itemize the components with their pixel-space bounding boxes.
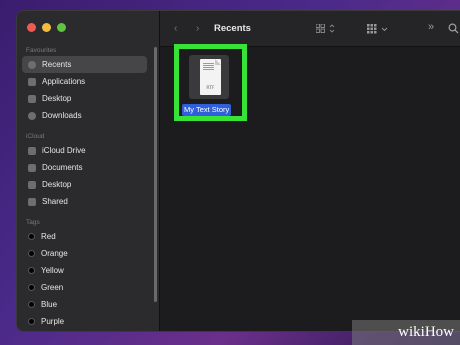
toolbar: ‹ › Recents »: [160, 11, 460, 47]
main-content: ‹ › Recents » RTF My Text Story: [160, 11, 460, 331]
shared-folder-icon: [28, 197, 36, 206]
tag-dot-icon: [28, 267, 35, 274]
wikihow-watermark: wikiHow: [352, 320, 460, 345]
finder-window: Favourites Recents Applications Desktop …: [16, 10, 460, 332]
tag-dot-icon: [28, 233, 35, 240]
document-page: RTF: [200, 59, 221, 95]
sidebar-item-icloud-desktop[interactable]: Desktop: [22, 176, 147, 193]
apps-icon: [28, 77, 36, 86]
sidebar-item-label: Downloads: [42, 111, 82, 120]
rtf-document-icon: RTF: [189, 55, 229, 99]
tag-dot-icon: [28, 250, 35, 257]
tag-dot-icon: [28, 301, 35, 308]
tag-dot-icon: [28, 318, 35, 325]
sidebar-item-label: Red: [41, 232, 56, 241]
group-by-icon[interactable]: [367, 24, 391, 34]
file-extension-label: RTF: [206, 86, 215, 91]
tag-dot-icon: [28, 284, 35, 291]
download-icon: [28, 111, 36, 120]
file-name-label[interactable]: My Text Story: [182, 104, 232, 116]
sidebar-item-label: Desktop: [42, 180, 72, 189]
sidebar-item-shared[interactable]: Shared: [22, 193, 147, 210]
sidebar-item-downloads[interactable]: Downloads: [22, 107, 147, 124]
minimize-window-button[interactable]: [42, 23, 51, 32]
clock-icon: [28, 60, 36, 69]
sidebar-item-label: Orange: [41, 249, 68, 258]
file-item-my-text-story[interactable]: RTF My Text Story: [174, 44, 247, 121]
window-controls: [27, 23, 66, 32]
chevron-left-icon[interactable]: ‹: [174, 23, 177, 34]
sidebar-item-tag-orange[interactable]: Orange: [22, 245, 147, 262]
sidebar-scrollbar[interactable]: [154, 47, 157, 302]
sidebar-item-label: Recents: [42, 60, 72, 69]
page-fold: [215, 59, 221, 65]
sidebar-item-applications[interactable]: Applications: [22, 73, 147, 90]
sidebar-item-label: Blue: [41, 300, 58, 309]
sidebar-item-tag-blue[interactable]: Blue: [22, 296, 147, 313]
sidebar-item-tag-red[interactable]: Red: [22, 228, 147, 245]
sidebar-item-label: Green: [41, 283, 64, 292]
watermark-text: wikiHow: [398, 324, 454, 340]
sidebar-item-label: Documents: [42, 163, 83, 172]
sidebar-item-tag-green[interactable]: Green: [22, 279, 147, 296]
sidebar-item-label: Purple: [41, 317, 65, 326]
zoom-window-button[interactable]: [57, 23, 66, 32]
sidebar-item-desktop[interactable]: Desktop: [22, 90, 147, 107]
favourites-section-title: Favourites: [26, 47, 57, 54]
sidebar-item-recents[interactable]: Recents: [22, 56, 147, 73]
text-lines: [203, 63, 214, 71]
more-toolbar-items-icon[interactable]: »: [428, 21, 434, 33]
page-title: Recents: [214, 23, 251, 34]
tags-section-title: Tags: [26, 219, 40, 226]
sidebar-item-label: iCloud Drive: [42, 146, 86, 155]
desktop-icon: [28, 94, 36, 103]
sidebar-item-label: Shared: [42, 197, 68, 206]
sidebar-item-label: Desktop: [42, 94, 72, 103]
sidebar-item-tag-purple[interactable]: Purple: [22, 313, 147, 330]
sidebar: Favourites Recents Applications Desktop …: [17, 11, 160, 331]
icloud-section-title: iCloud: [26, 133, 45, 140]
view-toggle-grid-icon[interactable]: [316, 24, 338, 34]
sidebar-item-icloud-drive[interactable]: iCloud Drive: [22, 142, 147, 159]
sidebar-item-documents[interactable]: Documents: [22, 159, 147, 176]
sidebar-item-tag-yellow[interactable]: Yellow: [22, 262, 147, 279]
close-window-button[interactable]: [27, 23, 36, 32]
document-icon: [28, 163, 36, 172]
search-icon[interactable]: [448, 23, 459, 34]
sidebar-item-label: Applications: [42, 77, 86, 86]
sidebar-item-label: Yellow: [41, 266, 64, 275]
chevron-right-icon[interactable]: ›: [196, 23, 199, 34]
cloud-icon: [28, 146, 36, 155]
desktop-icon: [28, 180, 36, 189]
